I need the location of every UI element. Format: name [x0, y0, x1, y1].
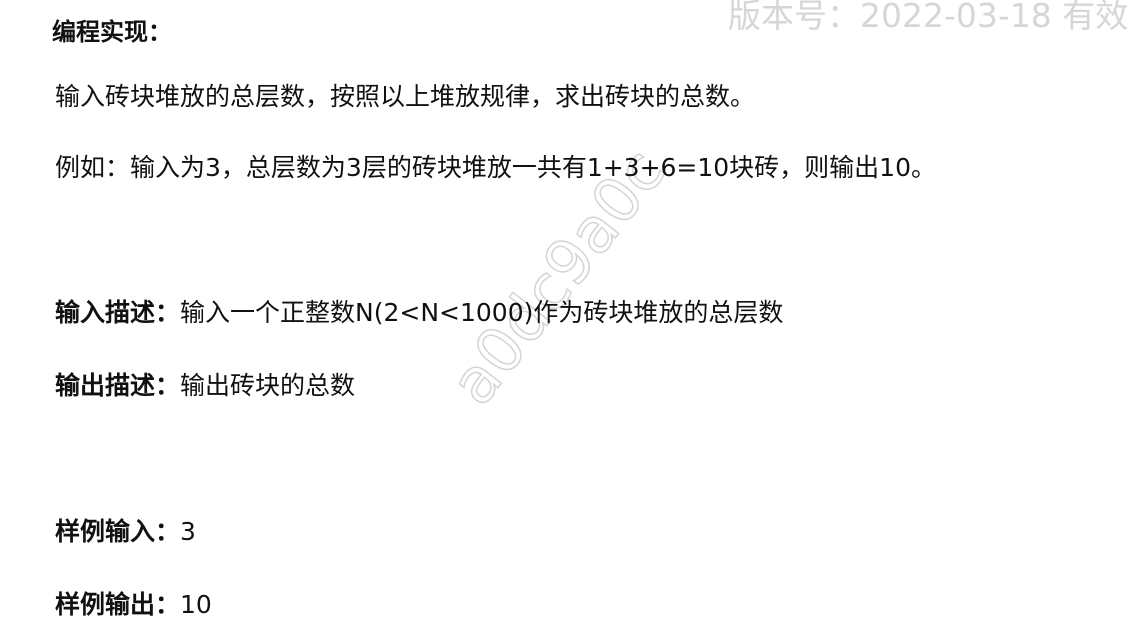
problem-description: 输入砖块堆放的总层数，按照以上堆放规律，求出砖块的总数。 — [55, 82, 756, 111]
sample-output-label: 样例输出： — [55, 590, 181, 619]
output-description-label: 输出描述： — [55, 371, 181, 400]
sample-input-label: 样例输入： — [55, 517, 181, 546]
input-description: 输入描述：输入一个正整数N(2<N<1000)作为砖块堆放的总层数 — [55, 296, 783, 330]
output-description-text: 输出砖块的总数 — [180, 371, 356, 400]
sample-output: 样例输出：10 — [55, 588, 212, 622]
version-watermark: 版本号：2022-03-18 有效 — [728, 0, 1129, 35]
example-description: 例如：输入为3，总层数为3层的砖块堆放一共有1+3+6=10块砖，则输出10。 — [55, 153, 936, 182]
input-description-text: 输入一个正整数N(2<N<1000)作为砖块堆放的总层数 — [180, 298, 784, 327]
section-title: 编程实现： — [52, 18, 172, 46]
sample-input: 样例输入：3 — [55, 515, 196, 549]
sample-output-value: 10 — [180, 590, 212, 619]
input-description-label: 输入描述： — [55, 298, 181, 327]
output-description: 输出描述：输出砖块的总数 — [55, 369, 355, 403]
sample-input-value: 3 — [180, 517, 196, 546]
